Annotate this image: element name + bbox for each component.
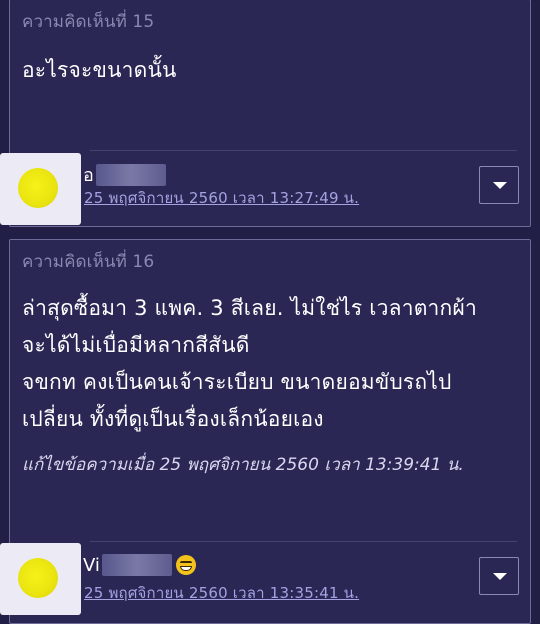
- username[interactable]: อ: [83, 160, 166, 189]
- comment-timestamp[interactable]: 25 พฤศจิกายน 2560 เวลา 13:27:49 น.: [84, 186, 359, 210]
- comment-divider: [90, 541, 517, 542]
- username[interactable]: Vi: [83, 554, 196, 576]
- comment-body: อะไรจะขนาดนั้น: [22, 52, 177, 89]
- comment-body-line: จขกท คงเป็นคนเจ้าระเบียบ ขนาดยอมขับรถไป: [22, 370, 452, 394]
- avatar-image: [18, 558, 58, 598]
- comment-body-line: เปลี่ยน ทั้งที่ดูเป็นเรื่องเล็กน้อยเอง: [22, 407, 324, 431]
- comment-body-line: ล่าสุดซื้อมา 3 แพค. 3 สีเลย. ไม่ใช่ไร เว…: [22, 296, 477, 320]
- comment-number: ความคิดเห็นที่ 15: [22, 12, 155, 32]
- avatar-image: [18, 168, 58, 208]
- avatar[interactable]: [0, 543, 81, 615]
- comment-body-line: จะได้ไม่เบื่อมีหลากสีสันดี: [22, 333, 250, 357]
- comment-timestamp[interactable]: 25 พฤศจิกายน 2560 เวลา 13:35:41 น.: [84, 581, 359, 605]
- grinning-smiley-icon: [175, 555, 196, 575]
- username-redaction: [101, 554, 172, 576]
- edited-note: แก้ไขข้อความเมื่อ 25 พฤศจิกายน 2560 เวลา…: [22, 455, 464, 475]
- comment-body: ล่าสุดซื้อมา 3 แพค. 3 สีเลย. ไม่ใช่ไร เว…: [22, 290, 477, 438]
- username-text: Vi: [83, 554, 100, 576]
- comment-card: ความคิดเห็นที่ 16 ล่าสุดซื้อมา 3 แพค. 3 …: [0, 239, 531, 624]
- username-redaction: [95, 163, 166, 186]
- comment-number: ความคิดเห็นที่ 16: [22, 252, 155, 272]
- comment-card: ความคิดเห็นที่ 15 อะไรจะขนาดนั้น อ 25 พฤ…: [0, 0, 531, 227]
- comment-body-line: อะไรจะขนาดนั้น: [22, 58, 177, 82]
- comment-divider: [90, 150, 517, 151]
- chevron-down-icon: [493, 182, 507, 189]
- username-text: อ: [83, 165, 94, 186]
- chevron-down-icon: [493, 573, 507, 580]
- comment-menu-button[interactable]: [479, 166, 519, 204]
- avatar[interactable]: [0, 153, 81, 225]
- comment-menu-button[interactable]: [479, 557, 519, 595]
